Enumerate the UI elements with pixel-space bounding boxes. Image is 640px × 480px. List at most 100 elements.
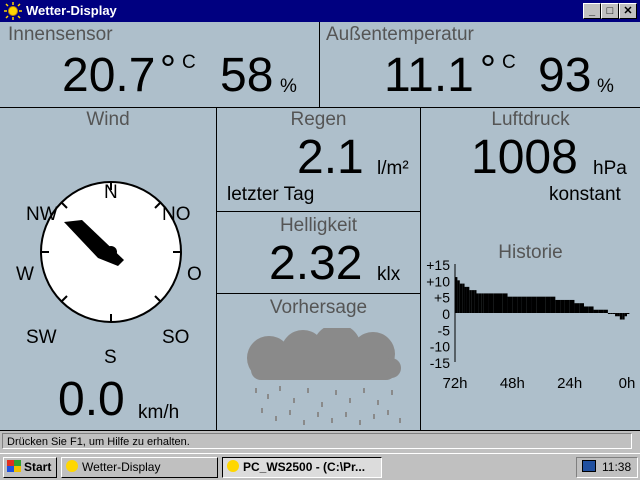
history-bar xyxy=(579,303,584,313)
history-bar xyxy=(469,290,472,313)
history-bar xyxy=(521,296,527,313)
sun-icon xyxy=(227,460,239,472)
history-bar xyxy=(545,296,551,313)
outdoor-label: Außentemperatur xyxy=(326,24,474,45)
history-bar xyxy=(536,296,541,313)
monitor-icon[interactable] xyxy=(582,460,596,472)
close-button[interactable]: ✕ xyxy=(619,3,637,19)
rain-period: letzter Tag xyxy=(227,184,315,205)
history-bar xyxy=(603,309,608,313)
indoor-humidity: 58 xyxy=(220,49,274,102)
history-bar xyxy=(457,280,460,313)
history-bar xyxy=(507,296,513,313)
compass-w: W xyxy=(16,264,34,285)
history-bar xyxy=(624,313,627,317)
x-tick-label: 48h xyxy=(500,375,525,392)
pressure-history-chart: +15+10+50-5-10-15 72h 48h 24h 0h xyxy=(426,258,636,392)
x-tick-label: 24h xyxy=(557,375,582,392)
brightness-unit: klx xyxy=(377,264,401,285)
rain-value: 2.1 xyxy=(297,131,364,184)
indoor-degree-symbol: ° xyxy=(160,48,176,92)
history-bar xyxy=(464,286,467,313)
y-tick-label: 0 xyxy=(442,306,450,322)
indoor-label: Innensensor xyxy=(8,24,113,45)
outdoor-humidity-unit: % xyxy=(597,76,614,97)
history-bar xyxy=(569,299,575,313)
title-bar: Wetter-Display _ □ ✕ xyxy=(0,0,640,22)
history-bar xyxy=(555,299,561,313)
compass-so: SO xyxy=(162,327,190,348)
minimize-button[interactable]: _ xyxy=(583,3,601,19)
status-text: Drücken Sie F1, um Hilfe zu erhalten. xyxy=(2,433,632,449)
wind-speed: 0.0 xyxy=(58,373,125,426)
maximize-button[interactable]: □ xyxy=(601,3,619,19)
pressure-panel: Luftdruck 1008 hPa konstant Historie +15… xyxy=(421,108,640,431)
task-label: PC_WS2500 - (C:\Pr... xyxy=(243,460,366,474)
history-bar xyxy=(610,313,613,314)
history-bar xyxy=(474,290,477,313)
history-bar xyxy=(612,313,616,314)
history-bar xyxy=(471,290,475,313)
pressure-unit: hPa xyxy=(593,158,627,179)
history-bar xyxy=(588,306,594,313)
history-bar xyxy=(462,283,465,313)
y-tick-label: +10 xyxy=(426,273,450,289)
windows-logo-icon xyxy=(7,460,21,472)
y-tick-label: +15 xyxy=(426,258,450,273)
clock: 11:38 xyxy=(602,460,632,474)
y-tick-label: -10 xyxy=(430,339,450,355)
history-bar xyxy=(593,309,599,313)
pressure-value: 1008 xyxy=(471,131,578,184)
task-wetter-display[interactable]: Wetter-Display xyxy=(61,457,218,478)
compass-n: N xyxy=(104,182,118,203)
history-bar xyxy=(560,299,565,313)
history-bar xyxy=(584,306,589,313)
history-bar xyxy=(541,296,546,313)
weather-display: Innensensor 20.7 ° C 58 % Außentemperatu… xyxy=(0,22,640,431)
window-title: Wetter-Display xyxy=(26,3,117,18)
wind-panel: Wind N NO O SO S SW W NW 0.0 km/h xyxy=(0,108,217,431)
history-bar xyxy=(517,296,522,313)
history-bar xyxy=(488,293,494,313)
history-bar xyxy=(498,293,503,313)
history-bar xyxy=(526,296,532,313)
task-label: Wetter-Display xyxy=(82,460,161,474)
task-pc-ws2500[interactable]: PC_WS2500 - (C:\Pr... xyxy=(222,457,382,478)
rain-cloud-icon xyxy=(247,328,401,425)
history-bar xyxy=(619,313,623,320)
history-bar xyxy=(607,313,611,314)
history-bar xyxy=(481,293,484,313)
x-tick-label: 0h xyxy=(619,375,636,392)
history-bar xyxy=(574,303,580,313)
indoor-humidity-unit: % xyxy=(280,76,297,97)
sun-icon xyxy=(66,460,78,472)
history-bar xyxy=(615,313,618,317)
sun-icon xyxy=(4,2,22,20)
outdoor-panel: Außentemperatur 11.1 ° C 93 % xyxy=(320,22,640,108)
compass-s: S xyxy=(104,347,117,368)
start-button[interactable]: Start xyxy=(3,457,57,478)
rain-unit: l/m² xyxy=(377,158,409,179)
history-bar xyxy=(459,283,463,313)
start-label: Start xyxy=(24,460,52,474)
compass-no: NO xyxy=(162,204,191,225)
pressure-label: Luftdruck xyxy=(491,109,570,130)
outdoor-humidity: 93 xyxy=(538,49,592,102)
history-bar xyxy=(466,286,470,313)
brightness-panel: Helligkeit 2.32 klx xyxy=(217,212,421,294)
rain-panel: Regen 2.1 l/m² letzter Tag xyxy=(217,108,421,212)
brightness-value: 2.32 xyxy=(269,237,363,290)
history-bar xyxy=(564,299,570,313)
history-bar xyxy=(478,293,482,313)
system-tray: 11:38 xyxy=(576,457,638,478)
indoor-panel: Innensensor 20.7 ° C 58 % xyxy=(0,22,320,108)
wind-speed-unit: km/h xyxy=(138,402,180,423)
status-bar: Drücken Sie F1, um Hilfe zu erhalten. xyxy=(0,431,640,453)
compass-sw: SW xyxy=(26,327,57,348)
history-bar xyxy=(493,293,498,313)
forecast-panel: Vorhersage xyxy=(217,294,421,431)
y-tick-label: +5 xyxy=(434,290,450,306)
outdoor-temp-unit: C xyxy=(502,52,516,73)
outdoor-degree-symbol: ° xyxy=(480,48,496,92)
history-bar xyxy=(483,293,489,313)
